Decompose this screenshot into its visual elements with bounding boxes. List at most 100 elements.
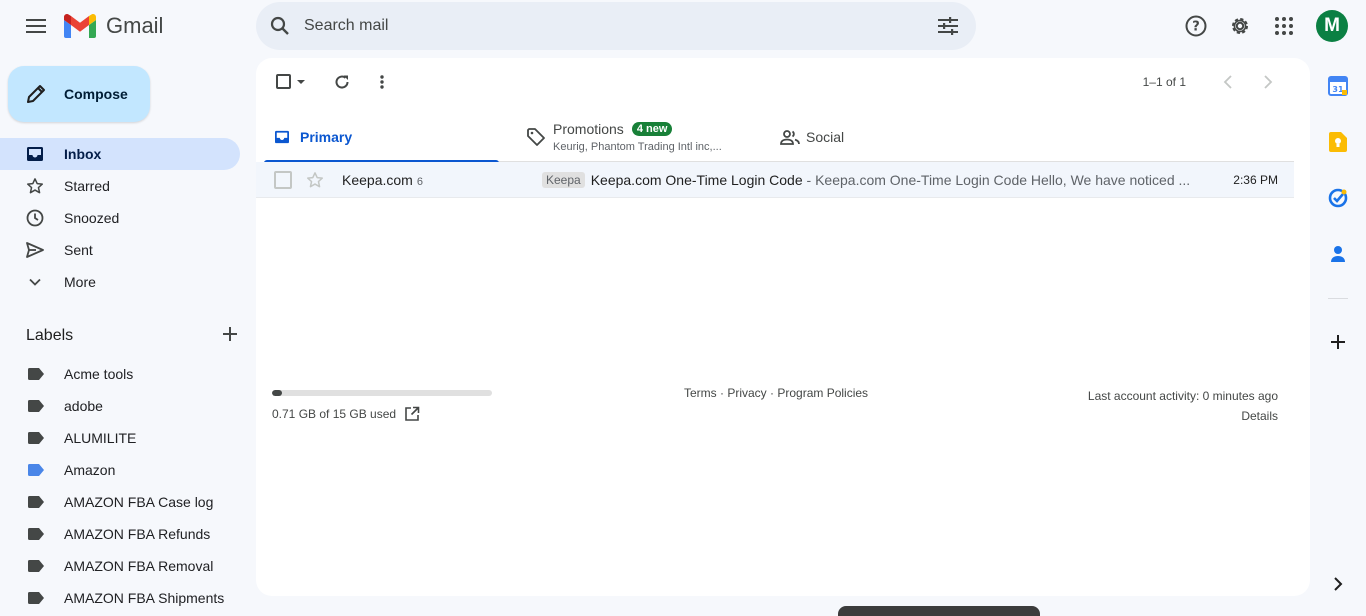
details-link[interactable]: Details xyxy=(1088,406,1278,426)
search-input[interactable]: Search mail xyxy=(304,17,920,35)
main-menu-button[interactable] xyxy=(20,10,52,42)
program-policies-link[interactable]: Program Policies xyxy=(777,386,868,400)
refresh-icon[interactable] xyxy=(326,66,358,98)
pencil-icon xyxy=(8,84,64,104)
row-checkbox[interactable] xyxy=(274,170,292,189)
taskbar-edge xyxy=(838,606,1040,616)
storage-usage-fill xyxy=(272,390,283,396)
label-item[interactable]: Amazon xyxy=(0,454,256,486)
gmail-m-icon xyxy=(64,14,96,38)
nav-item-more[interactable]: More xyxy=(0,266,240,298)
apps-grid-icon[interactable] xyxy=(1264,6,1304,46)
label-tag-icon xyxy=(0,592,64,604)
label-tag-icon xyxy=(0,560,64,572)
tab-promotions[interactable]: Promotions 4 new Keurig, Phantom Trading… xyxy=(517,112,752,162)
tab-social[interactable]: Social xyxy=(770,112,1005,162)
nav-label: Snoozed xyxy=(64,210,120,226)
privacy-link[interactable]: Privacy xyxy=(727,386,766,400)
search-icon[interactable] xyxy=(256,2,304,50)
next-page-chevron-right-icon[interactable] xyxy=(1252,66,1284,98)
calendar-icon[interactable]: 31 xyxy=(1322,70,1354,102)
search-bar[interactable]: Search mail xyxy=(256,2,976,50)
contacts-icon[interactable] xyxy=(1322,238,1354,270)
label-tag-icon xyxy=(0,496,64,508)
compose-label: Compose xyxy=(64,86,128,102)
hamburger-icon xyxy=(26,19,46,33)
star-toggle-icon[interactable] xyxy=(306,171,326,189)
show-side-panel-chevron-right-icon[interactable] xyxy=(1322,568,1354,600)
promotions-senders: Keurig, Phantom Trading Intl inc,... xyxy=(553,141,722,153)
select-all-checkbox[interactable] xyxy=(270,66,310,98)
mail-toolbar: 1–1 of 1 xyxy=(256,58,1310,106)
label-item[interactable]: ALUMILITE xyxy=(0,422,256,454)
nav-item-starred[interactable]: Starred xyxy=(0,170,240,202)
labels-list: Acme tools adobe ALUMILITE Amazon AMAZON… xyxy=(0,358,256,614)
help-icon[interactable]: ? xyxy=(1176,6,1216,46)
new-count-badge: 4 new xyxy=(631,122,673,136)
pagination-text: 1–1 of 1 xyxy=(1142,75,1186,89)
folder-nav: Inbox Starred Snoozed Sent More xyxy=(0,138,256,298)
label-name: AMAZON FBA Case log xyxy=(64,494,214,510)
tasks-icon[interactable] xyxy=(1322,182,1354,214)
label-name: AMAZON FBA Shipments xyxy=(64,590,225,606)
label-name: ALUMILITE xyxy=(64,430,137,446)
side-panel-divider xyxy=(1328,298,1348,299)
search-options-icon[interactable] xyxy=(920,2,976,50)
labels-title: Labels xyxy=(26,327,74,344)
label-name: AMAZON FBA Refunds xyxy=(64,526,211,542)
prev-page-chevron-left-icon[interactable] xyxy=(1212,66,1244,98)
separator: · xyxy=(716,386,728,400)
more-vert-icon[interactable] xyxy=(366,66,398,98)
settings-gear-icon[interactable] xyxy=(1220,6,1260,46)
compose-button[interactable]: Compose xyxy=(8,66,150,122)
label-tag-icon xyxy=(0,464,64,476)
tag-icon xyxy=(517,128,553,146)
label-tag-icon xyxy=(0,368,64,380)
label-item[interactable]: AMAZON FBA Case log xyxy=(0,486,256,518)
label-tag-icon xyxy=(0,432,64,444)
category-tabs: Primary Promotions 4 new Keurig, Phantom… xyxy=(264,112,1294,163)
label-item[interactable]: AMAZON FBA Removal xyxy=(0,550,256,582)
tab-primary[interactable]: Primary xyxy=(264,112,499,163)
label-item[interactable]: Acme tools xyxy=(0,358,256,390)
nav-item-inbox[interactable]: Inbox xyxy=(0,138,240,170)
label-item[interactable]: AMAZON FBA Refunds xyxy=(0,518,256,550)
email-sender: Keepa.com 6 xyxy=(342,171,423,188)
label-item[interactable]: AMAZON FBA Shipments xyxy=(0,582,256,614)
nav-item-sent[interactable]: Sent xyxy=(0,234,240,266)
label-name: Acme tools xyxy=(64,366,134,382)
nav-label: Inbox xyxy=(64,146,102,162)
gmail-logo[interactable]: Gmail xyxy=(64,13,163,39)
app-name: Gmail xyxy=(106,13,164,38)
thread-count: 6 xyxy=(416,175,423,188)
get-addons-plus-icon[interactable] xyxy=(1322,326,1354,358)
star-icon xyxy=(0,177,72,195)
email-subject-snippet: Keepa.com One-Time Login Code - Keepa.co… xyxy=(591,172,1201,188)
nav-label: More xyxy=(64,274,96,290)
open-in-new-icon[interactable] xyxy=(404,406,420,422)
last-activity-text: Last account activity: 0 minutes ago xyxy=(1087,389,1278,403)
labels-header: Labels xyxy=(26,322,238,350)
storage-label: 0.71 GB of 15 GB used xyxy=(272,407,397,421)
keep-icon[interactable] xyxy=(1322,126,1354,158)
email-subject: Keepa.com One-Time Login Code xyxy=(590,171,803,188)
inbox-tab-icon xyxy=(264,130,300,144)
separator: · xyxy=(766,386,778,400)
tab-label: Promotions xyxy=(553,121,624,137)
terms-link[interactable]: Terms xyxy=(684,386,717,400)
label-item[interactable]: adobe xyxy=(0,390,256,422)
nav-item-snoozed[interactable]: Snoozed xyxy=(0,202,240,234)
email-time: 2:36 PM xyxy=(1233,172,1278,187)
last-account-activity: Last account activity: 0 minutes ago Det… xyxy=(1088,386,1278,426)
send-icon xyxy=(0,242,72,258)
nav-label: Sent xyxy=(64,242,93,258)
promotions-text: Promotions 4 new Keurig, Phantom Trading… xyxy=(553,121,722,153)
label-tag-icon xyxy=(0,528,64,540)
email-row[interactable]: Keepa.com 6 Keepa Keepa.com One-Time Logi… xyxy=(256,162,1294,198)
storage-usage-bar xyxy=(272,390,492,396)
email-label-chip[interactable]: Keepa xyxy=(542,171,585,188)
footer-links: Terms · Privacy · Program Policies xyxy=(684,386,868,400)
add-label-plus-icon[interactable] xyxy=(222,326,238,347)
account-avatar[interactable]: M xyxy=(1316,10,1348,42)
tab-label: Primary xyxy=(300,129,353,145)
